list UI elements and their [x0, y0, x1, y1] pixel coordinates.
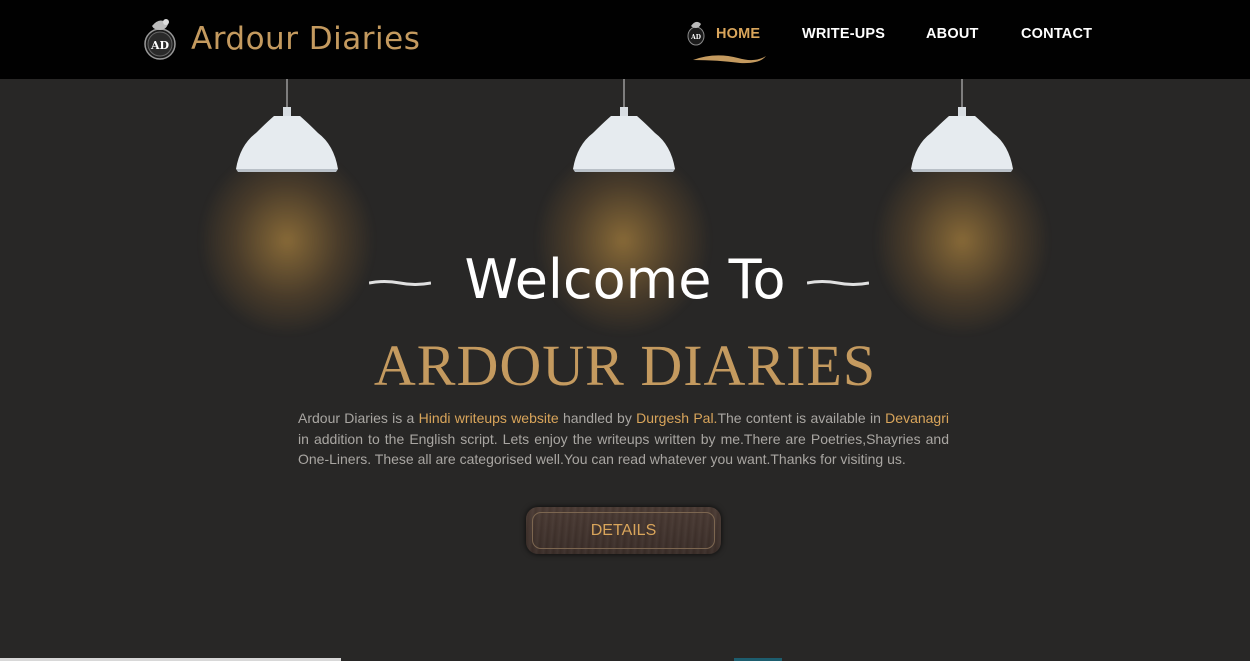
top-navbar: AD Ardour Diaries AD HOME WRITE-UPS ABOU… [0, 0, 1250, 79]
desc-highlight-devanagri: Devanagri [885, 410, 949, 426]
svg-text:AD: AD [690, 34, 701, 41]
nav-home[interactable]: HOME [716, 26, 760, 42]
nav-about[interactable]: ABOUT [926, 26, 979, 42]
hero-description: Ardour Diaries is a Hindi writeups websi… [298, 408, 949, 470]
active-underline-swoosh [693, 55, 766, 64]
details-button-label: DETAILS [590, 521, 657, 539]
desc-text-4: in addition to the English script. Lets … [298, 430, 949, 468]
welcome-heading: Welcome To [464, 248, 786, 311]
nav-write-ups[interactable]: WRITE-UPS [802, 26, 885, 42]
details-button[interactable]: DETAILS [526, 507, 721, 554]
site-logo-icon[interactable]: AD [142, 14, 178, 62]
brand-name[interactable]: Ardour Diaries [191, 21, 420, 57]
nav-contact[interactable]: CONTACT [1021, 26, 1092, 42]
svg-text:AD: AD [150, 39, 170, 52]
desc-text-1: Ardour Diaries is a [298, 410, 419, 426]
desc-highlight-hindi: Hindi writeups website [418, 410, 559, 426]
hero-title: ARDOUR DIARIES [373, 333, 877, 398]
desc-highlight-author: Durgesh Pal. [636, 410, 718, 426]
quill-icon: AD [687, 21, 705, 46]
welcome-dash-right [807, 280, 869, 286]
desc-text-2: handled by [558, 410, 637, 426]
desc-text-3: The content is available in [717, 410, 886, 426]
